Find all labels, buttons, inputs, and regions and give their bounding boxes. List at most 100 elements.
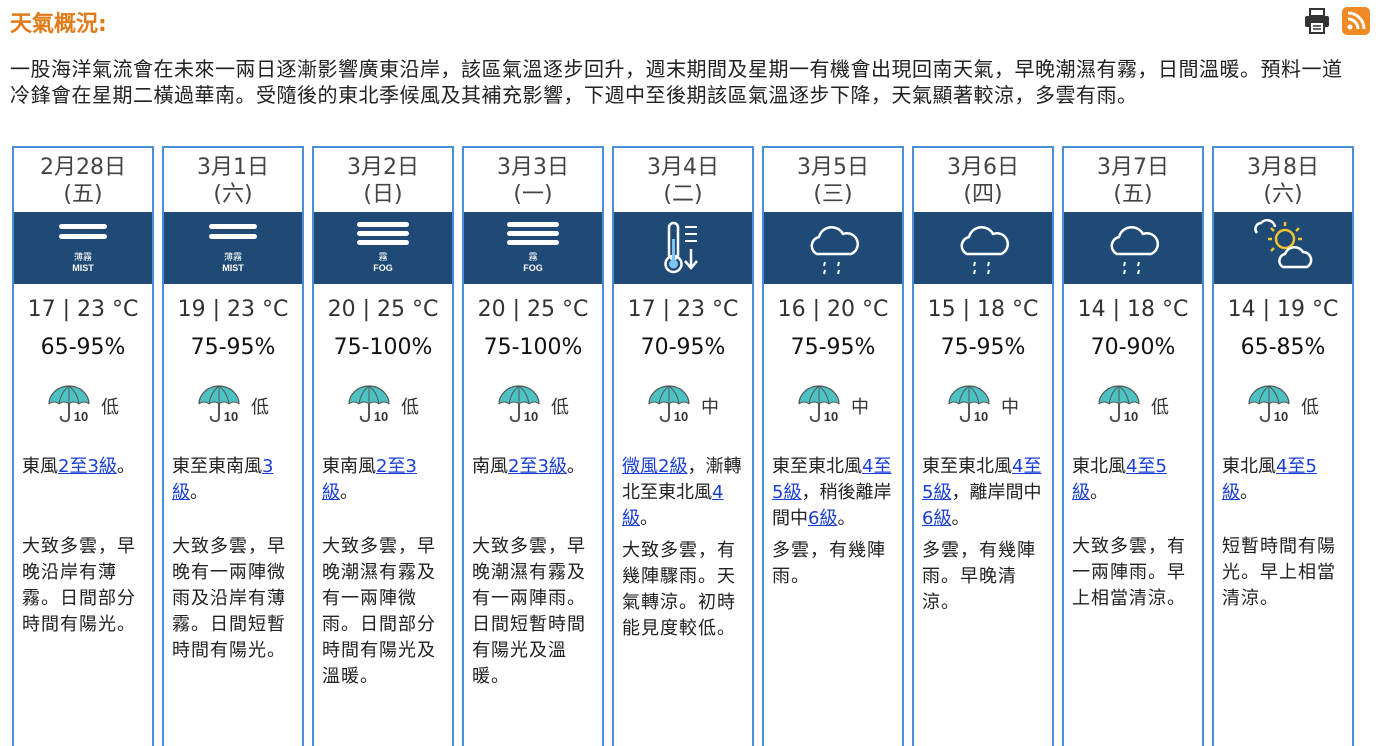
umbrella-icon: 10 xyxy=(497,384,545,428)
wind-text: 。 xyxy=(1240,482,1258,503)
weekday-label: (五) xyxy=(1113,182,1153,207)
weekday-label: (六) xyxy=(1263,182,1303,207)
forecast-day-8: 3月7日 (五) 14 | 18 °C 70-90% 10 低東北風4至5級。 大致多雲，有… xyxy=(1062,146,1204,746)
weather-description: 多雲，有幾陣雨。早晚清涼。 xyxy=(922,540,1036,613)
wind-forecast: 東至東北風4至5級，稍後離岸間中6級。 xyxy=(772,454,898,532)
weather-description: 大致多雲，早晚有一兩陣微雨及沿岸有薄霧。日間短暫時間有陽光。 xyxy=(172,536,286,661)
wind-text: 東北風 xyxy=(1072,456,1126,477)
forecast-day-7: 3月6日 (四) 15 | 18 °C 75-95% 10 中東至東北風4至5級，離岸間中… xyxy=(912,146,1054,746)
wind-force-link[interactable]: 微風2級 xyxy=(622,456,687,477)
wind-forecast: 南風2至3級。 xyxy=(472,454,598,480)
wind-force-link[interactable]: 2至3級 xyxy=(508,456,567,477)
temperature-range: 14 | 19 °C xyxy=(1227,297,1339,322)
weather-description: 多雲，有幾陣雨。 xyxy=(772,540,886,587)
weather-description: 大致多雲，早晚潮濕有霧及有一兩陣微雨。日間部分時間有陽光及溫暖。 xyxy=(322,536,436,687)
nine-day-forecast: 2月28日 (五) 薄霧 MIST 17 | 23 °C 65-95% 10 低東風2至3級。… xyxy=(12,146,1362,746)
humidity-range: 70-90% xyxy=(1090,335,1176,360)
umbrella-icon: 10 xyxy=(647,384,695,428)
weather-description: 短暫時間有陽光。早上相當清涼。 xyxy=(1222,536,1336,609)
wind-text: ，離岸間中 xyxy=(951,482,1042,503)
wind-text: 南風 xyxy=(472,456,508,477)
precipitation-probability[interactable]: 10 低 xyxy=(14,384,152,428)
wind-text: 。 xyxy=(116,456,135,477)
weekday-label: (一) xyxy=(513,182,553,207)
date-label: 3月3日 xyxy=(497,155,569,180)
umbrella-icon: 10 xyxy=(1247,384,1295,428)
weekday-label: (四) xyxy=(963,182,1003,207)
forecast-date: 3月3日 (一) xyxy=(464,148,602,208)
precipitation-probability[interactable]: 10 低 xyxy=(1214,384,1352,428)
umbrella-icon: 10 xyxy=(1097,384,1145,428)
temperature-range: 17 | 23 °C xyxy=(27,297,139,322)
svg-text:霧: 霧 xyxy=(528,252,537,263)
temperature-range: 14 | 18 °C xyxy=(1077,297,1189,322)
svg-text:10: 10 xyxy=(224,409,238,424)
wind-force-link[interactable]: 6級 xyxy=(808,508,837,529)
date-label: 2月28日 xyxy=(40,155,126,180)
wind-text: 。 xyxy=(1090,482,1108,503)
mist-icon: 薄霧 MIST xyxy=(14,212,152,284)
psr-level: 低 xyxy=(1151,397,1169,418)
wind-forecast: 東至東北風4至5級，離岸間中6級。 xyxy=(922,454,1048,532)
wind-force-link[interactable]: 2至3級 xyxy=(58,456,117,477)
temperature-range: 15 | 18 °C xyxy=(927,297,1039,322)
wind-text: 東風 xyxy=(22,456,58,477)
wind-text: 東至東南風 xyxy=(172,456,262,477)
humidity-range: 65-95% xyxy=(40,335,126,360)
weather-description: 大致多雲，有幾陣驟雨。天氣轉涼。初時能見度較低。 xyxy=(622,540,736,639)
wind-forecast: 東北風4至5級。 xyxy=(1072,454,1198,506)
precipitation-probability[interactable]: 10 低 xyxy=(464,384,602,428)
precipitation-probability[interactable]: 10 低 xyxy=(164,384,302,428)
forecast-date: 2月28日 (五) xyxy=(14,148,152,208)
svg-text:FOG: FOG xyxy=(523,263,543,273)
wind-text: 東至東北風 xyxy=(772,456,862,477)
umbrella-icon: 10 xyxy=(797,384,845,428)
weather-description: 大致多雲，早晚沿岸有薄霧。日間部分時間有陽光。 xyxy=(22,536,136,635)
wind-text: 。 xyxy=(837,508,856,529)
cold-icon xyxy=(614,212,752,284)
wind-forecast: 微風2級，漸轉北至東北風4級。 xyxy=(622,454,748,532)
svg-text:10: 10 xyxy=(1274,409,1288,424)
humidity-range: 75-100% xyxy=(333,335,433,360)
forecast-day-3: 3月2日 (日) 霧 FOG 20 | 25 °C 75-100% 10 低東南風2至3級。大… xyxy=(312,146,454,746)
temperature-range: 17 | 23 °C xyxy=(627,297,739,322)
umbrella-icon: 10 xyxy=(197,384,245,428)
svg-text:10: 10 xyxy=(824,409,838,424)
sunny-periods-icon xyxy=(1214,212,1352,284)
weather-description: 大致多雲，有一兩陣雨。早上相當清涼。 xyxy=(1072,536,1186,609)
date-label: 3月4日 xyxy=(647,155,719,180)
wind-text: 東南風 xyxy=(322,456,376,477)
precipitation-probability[interactable]: 10 低 xyxy=(314,384,452,428)
wind-text: 東至東北風 xyxy=(922,456,1012,477)
temperature-range: 19 | 23 °C xyxy=(177,297,289,322)
forecast-date: 3月6日 (四) xyxy=(914,148,1052,208)
psr-level: 低 xyxy=(1301,397,1319,418)
svg-text:10: 10 xyxy=(74,409,88,424)
precipitation-probability[interactable]: 10 中 xyxy=(914,384,1052,428)
svg-text:10: 10 xyxy=(374,409,388,424)
rain-icon xyxy=(764,212,902,284)
svg-text:薄霧: 薄霧 xyxy=(224,251,242,263)
psr-level: 中 xyxy=(1001,397,1019,418)
svg-text:10: 10 xyxy=(524,409,538,424)
wind-force-link[interactable]: 6級 xyxy=(922,508,951,529)
weekday-label: (六) xyxy=(213,182,253,207)
psr-level: 中 xyxy=(851,397,869,418)
page-title: 天氣概況: xyxy=(10,12,107,37)
precipitation-probability[interactable]: 10 中 xyxy=(764,384,902,428)
wind-text: 。 xyxy=(640,508,658,529)
svg-text:10: 10 xyxy=(974,409,988,424)
precipitation-probability[interactable]: 10 低 xyxy=(1064,384,1202,428)
psr-level: 中 xyxy=(701,397,719,418)
rss-icon[interactable] xyxy=(1342,7,1370,35)
humidity-range: 75-95% xyxy=(940,335,1026,360)
precipitation-probability[interactable]: 10 中 xyxy=(614,384,752,428)
wind-text: 。 xyxy=(951,508,970,529)
date-label: 3月1日 xyxy=(197,155,269,180)
printer-icon[interactable] xyxy=(1302,6,1332,36)
svg-text:MIST: MIST xyxy=(72,263,94,273)
psr-level: 低 xyxy=(251,397,269,418)
weekday-label: (二) xyxy=(663,182,703,207)
umbrella-icon: 10 xyxy=(47,384,95,428)
date-label: 3月2日 xyxy=(347,155,419,180)
